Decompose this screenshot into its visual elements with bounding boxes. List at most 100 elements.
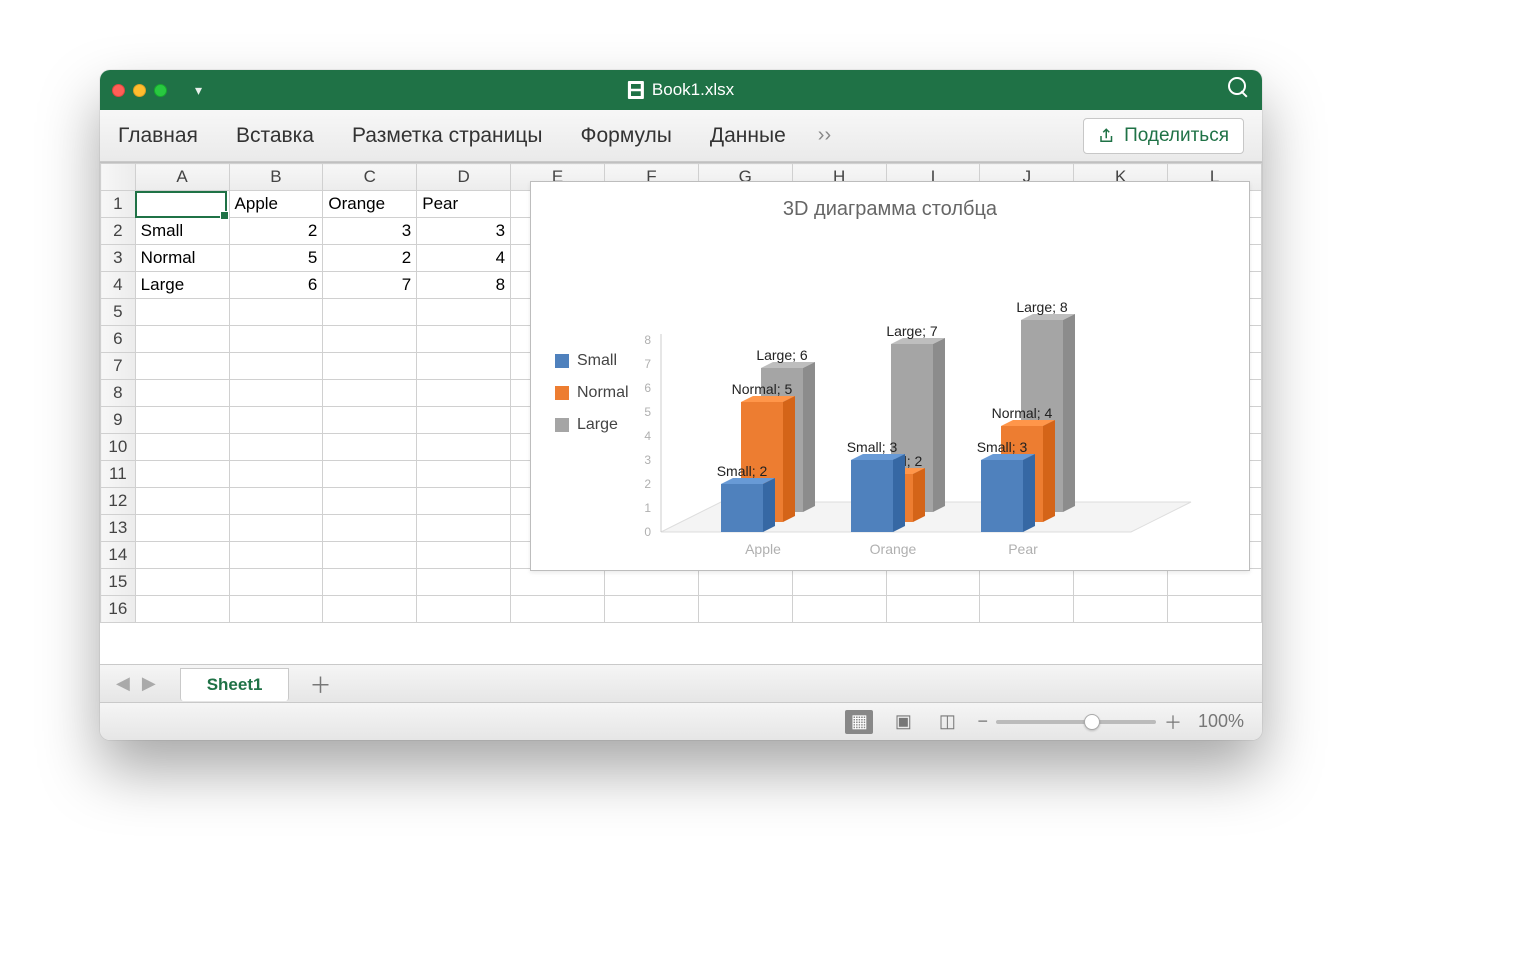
cell[interactable]: Normal <box>135 245 229 272</box>
cell[interactable]: Large <box>135 272 229 299</box>
cell[interactable]: 4 <box>417 245 511 272</box>
zoom-out[interactable]: − <box>977 711 988 732</box>
cell[interactable] <box>135 434 229 461</box>
cell[interactable] <box>417 434 511 461</box>
cell[interactable] <box>698 569 792 596</box>
cell[interactable] <box>417 569 511 596</box>
cell[interactable] <box>1168 596 1262 623</box>
row-header[interactable]: 6 <box>101 326 136 353</box>
row-header[interactable]: 1 <box>101 191 136 218</box>
cell[interactable]: 7 <box>323 272 417 299</box>
row-header[interactable]: 16 <box>101 596 136 623</box>
cell[interactable] <box>511 569 605 596</box>
cell[interactable] <box>886 596 980 623</box>
cell[interactable] <box>1074 569 1168 596</box>
view-normal[interactable]: ▦ <box>845 710 873 734</box>
row-header[interactable]: 9 <box>101 407 136 434</box>
cell[interactable] <box>417 488 511 515</box>
column-header[interactable]: D <box>417 164 511 191</box>
tab-insert[interactable]: Вставка <box>236 124 314 148</box>
cell[interactable] <box>417 407 511 434</box>
row-header[interactable]: 4 <box>101 272 136 299</box>
cell[interactable] <box>135 326 229 353</box>
sheet-nav-next[interactable]: ▶ <box>136 673 162 694</box>
cell[interactable] <box>417 326 511 353</box>
cell[interactable] <box>417 380 511 407</box>
cell[interactable] <box>229 569 323 596</box>
cell[interactable] <box>323 596 417 623</box>
cell[interactable]: Small <box>135 218 229 245</box>
cell[interactable]: 8 <box>417 272 511 299</box>
cell[interactable] <box>229 407 323 434</box>
cell[interactable] <box>323 515 417 542</box>
cell[interactable] <box>323 380 417 407</box>
view-page-break[interactable]: ◫ <box>933 710 961 734</box>
cell[interactable] <box>229 434 323 461</box>
cell[interactable] <box>135 407 229 434</box>
share-button[interactable]: Поделиться <box>1083 118 1244 154</box>
cell[interactable] <box>323 326 417 353</box>
chart-object[interactable]: 3D диаграмма столбца Small Normal Large … <box>530 181 1250 571</box>
cell[interactable] <box>229 461 323 488</box>
cell[interactable] <box>135 191 229 218</box>
cell[interactable]: 6 <box>229 272 323 299</box>
cell[interactable] <box>1168 569 1262 596</box>
search-button[interactable] <box>1228 77 1250 104</box>
tab-home[interactable]: Главная <box>118 124 198 148</box>
cell[interactable] <box>417 353 511 380</box>
cell[interactable] <box>886 569 980 596</box>
row-header[interactable]: 3 <box>101 245 136 272</box>
cell[interactable] <box>417 461 511 488</box>
tabs-overflow[interactable]: ›› <box>818 124 831 147</box>
grid[interactable]: ABCDEFGHIJKL1AppleOrangePear2Small2333No… <box>100 163 1262 664</box>
cell[interactable] <box>604 596 698 623</box>
column-header[interactable]: A <box>135 164 229 191</box>
cell[interactable] <box>135 299 229 326</box>
row-header[interactable]: 15 <box>101 569 136 596</box>
row-header[interactable]: 14 <box>101 542 136 569</box>
cell[interactable] <box>417 596 511 623</box>
zoom-in[interactable]: ＋ <box>1164 709 1182 735</box>
sheet-tab-active[interactable]: Sheet1 <box>180 668 290 701</box>
cell[interactable]: Apple <box>229 191 323 218</box>
cell[interactable] <box>229 380 323 407</box>
cell[interactable] <box>511 596 605 623</box>
cell[interactable] <box>323 407 417 434</box>
row-header[interactable]: 13 <box>101 515 136 542</box>
cell[interactable] <box>792 569 886 596</box>
cell[interactable] <box>229 353 323 380</box>
cell[interactable] <box>229 542 323 569</box>
view-page-layout[interactable]: ▣ <box>889 710 917 734</box>
cell[interactable]: 3 <box>323 218 417 245</box>
cell[interactable] <box>229 596 323 623</box>
cell[interactable] <box>417 542 511 569</box>
cell[interactable] <box>229 299 323 326</box>
cell[interactable] <box>135 461 229 488</box>
column-header[interactable]: C <box>323 164 417 191</box>
cell[interactable] <box>323 488 417 515</box>
window-close-button[interactable] <box>112 84 125 97</box>
row-header[interactable]: 5 <box>101 299 136 326</box>
row-header[interactable]: 7 <box>101 353 136 380</box>
row-header[interactable]: 11 <box>101 461 136 488</box>
row-header[interactable]: 12 <box>101 488 136 515</box>
cell[interactable]: 3 <box>417 218 511 245</box>
cell[interactable] <box>135 353 229 380</box>
cell[interactable]: Pear <box>417 191 511 218</box>
tab-data[interactable]: Данные <box>710 124 786 148</box>
tab-page-layout[interactable]: Разметка страницы <box>352 124 543 148</box>
cell[interactable] <box>135 542 229 569</box>
cell[interactable] <box>323 299 417 326</box>
cell[interactable]: 5 <box>229 245 323 272</box>
row-header[interactable]: 10 <box>101 434 136 461</box>
select-all-corner[interactable] <box>101 164 136 191</box>
window-minimize-button[interactable] <box>133 84 146 97</box>
cell[interactable] <box>417 515 511 542</box>
quick-access-menu[interactable]: ▾ <box>195 82 202 99</box>
zoom-slider[interactable] <box>996 720 1156 724</box>
cell[interactable] <box>135 569 229 596</box>
cell[interactable] <box>980 596 1074 623</box>
cell[interactable] <box>323 569 417 596</box>
sheet-nav-prev[interactable]: ◀ <box>110 673 136 694</box>
cell[interactable] <box>980 569 1074 596</box>
